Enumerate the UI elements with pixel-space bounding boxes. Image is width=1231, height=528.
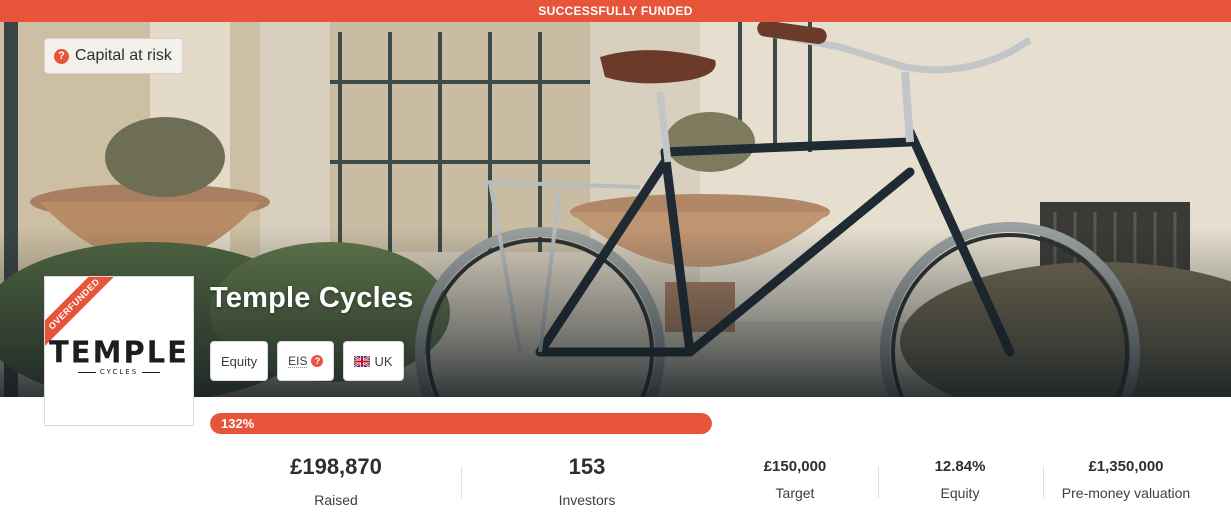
- logo-wordmark: TEMPLE: [49, 334, 189, 370]
- stat-divider: [1043, 466, 1044, 498]
- capital-at-risk-label: Capital at risk: [75, 47, 172, 64]
- uk-flag-icon: [354, 355, 371, 367]
- logo-subtext: CYCLES: [45, 368, 193, 376]
- tag-country-label: UK: [374, 353, 393, 369]
- stat-investors: 153 Investors: [511, 454, 663, 508]
- company-name: Temple Cycles: [210, 282, 414, 314]
- tag-equity[interactable]: Equity: [210, 341, 269, 381]
- stat-equity: 12.84% Equity: [900, 458, 1020, 501]
- funding-progress-fill: [210, 413, 712, 434]
- stat-equity-value: 12.84%: [934, 458, 986, 475]
- tag-country[interactable]: UK: [343, 341, 404, 381]
- stat-valuation: £1,350,000 Pre-money valuation: [1051, 458, 1201, 501]
- stat-divider: [878, 466, 879, 498]
- stat-target: £150,000 Target: [735, 458, 855, 501]
- stat-target-value: £150,000: [763, 458, 827, 475]
- stat-raised-label: Raised: [314, 492, 358, 508]
- stat-divider: [461, 466, 462, 498]
- question-circle-icon: ?: [54, 48, 69, 64]
- tag-eis[interactable]: EIS ?: [277, 341, 335, 381]
- funding-progress-bar: [210, 413, 712, 434]
- funding-progress-label: 132%: [221, 416, 255, 431]
- campaign-tags: Equity EIS ? UK: [210, 341, 404, 381]
- campaign-header: SUCCESSFULLY FUNDED ? Capital at risk Te…: [0, 0, 1231, 528]
- stat-valuation-label: Pre-money valuation: [1061, 485, 1191, 501]
- company-logo: OVERFUNDED TEMPLE CYCLES: [44, 276, 194, 426]
- tag-equity-label: Equity: [221, 353, 258, 369]
- stat-investors-value: 153: [568, 454, 606, 479]
- question-circle-icon[interactable]: ?: [311, 355, 324, 367]
- stat-investors-label: Investors: [558, 492, 616, 508]
- stat-target-label: Target: [775, 485, 815, 501]
- stat-equity-label: Equity: [940, 485, 980, 501]
- stat-valuation-value: £1,350,000: [1088, 458, 1164, 475]
- stat-raised: £198,870 Raised: [260, 454, 412, 508]
- funding-status-banner: SUCCESSFULLY FUNDED: [0, 0, 1231, 22]
- tag-eis-label: EIS: [288, 353, 308, 368]
- capital-at-risk-badge[interactable]: ? Capital at risk: [44, 38, 183, 74]
- stat-raised-value: £198,870: [290, 454, 382, 479]
